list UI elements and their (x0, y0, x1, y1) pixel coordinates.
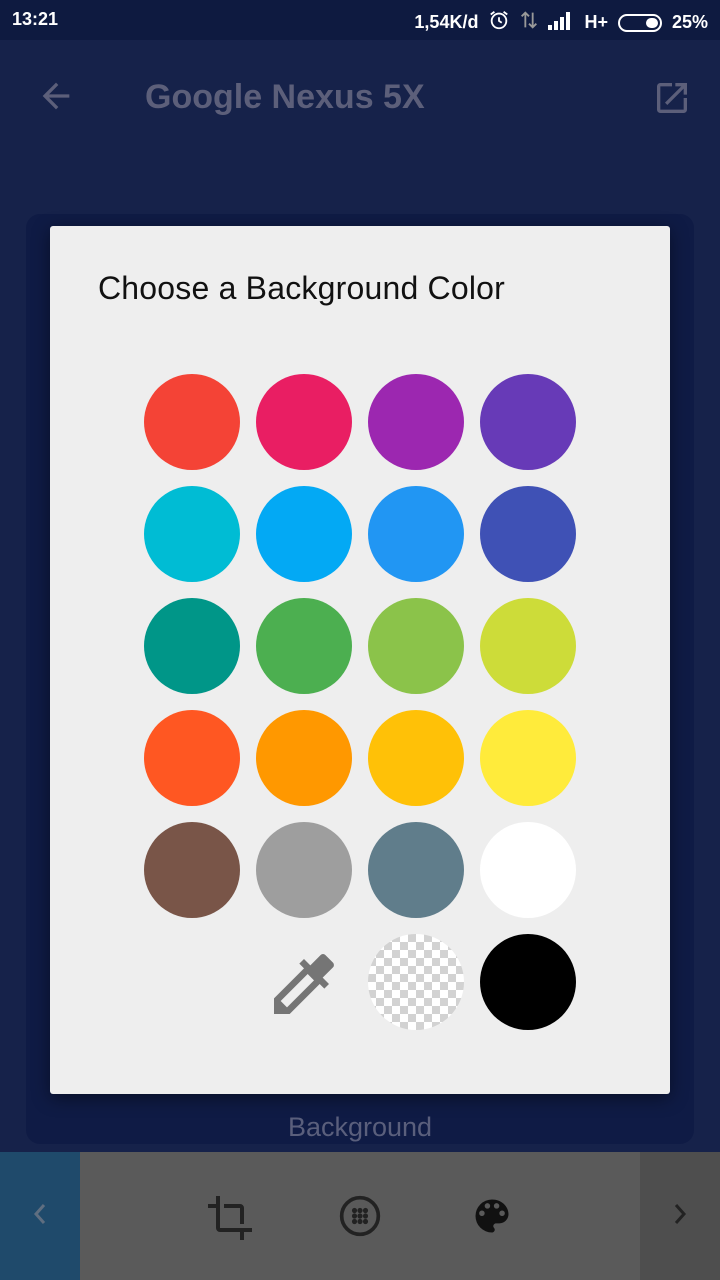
battery-level: 25% (671, 12, 708, 32)
color-swatch[interactable] (368, 598, 464, 694)
signal-icon (548, 10, 574, 35)
eyedropper-icon[interactable] (264, 944, 344, 1024)
crop-icon[interactable] (206, 1194, 252, 1240)
background-label: Background (287, 1112, 433, 1142)
color-swatch[interactable] (368, 822, 464, 918)
bottom-toolbar (0, 1152, 720, 1280)
chevron-right-icon (668, 1199, 692, 1234)
battery-icon (617, 13, 662, 32)
color-swatch[interactable] (368, 710, 464, 806)
grid-icon[interactable] (338, 1194, 382, 1238)
color-swatch[interactable] (480, 374, 576, 470)
color-swatch[interactable] (480, 822, 576, 918)
alarm-icon (488, 9, 510, 36)
color-swatch[interactable] (368, 374, 464, 470)
palette-icon[interactable] (470, 1194, 514, 1238)
transparent-swatch[interactable] (368, 934, 464, 1030)
color-swatch[interactable] (256, 822, 352, 918)
next-button[interactable] (640, 1152, 720, 1280)
color-swatch[interactable] (480, 598, 576, 694)
color-swatch[interactable] (480, 486, 576, 582)
color-swatch[interactable] (480, 710, 576, 806)
color-picker-dialog: Choose a Background Color (50, 226, 670, 1094)
page-title: Google Nexus 5X (145, 78, 425, 116)
status-bar: 13:21 1,54K/d H+ 25% (0, 0, 720, 40)
net-speed: 1,54K/d (414, 12, 479, 32)
color-swatch[interactable] (144, 710, 240, 806)
open-external-icon[interactable] (652, 78, 692, 118)
status-time: 13:21 (12, 9, 59, 29)
color-swatch[interactable] (256, 486, 352, 582)
color-swatch[interactable] (368, 486, 464, 582)
chevron-left-icon (28, 1199, 52, 1234)
color-swatch[interactable] (144, 374, 240, 470)
data-transfer-icon (520, 9, 538, 36)
status-right: 1,54K/d H+ 25% (414, 9, 708, 36)
color-swatch[interactable] (144, 822, 240, 918)
app-bar: Google Nexus 5X (0, 40, 720, 156)
network-type: H+ (584, 12, 608, 32)
color-swatch[interactable] (256, 710, 352, 806)
previous-button[interactable] (0, 1152, 80, 1280)
color-swatch[interactable] (256, 374, 352, 470)
color-swatch[interactable] (144, 598, 240, 694)
color-swatch[interactable] (144, 486, 240, 582)
arrow-back-icon[interactable] (36, 76, 76, 116)
color-swatch[interactable] (256, 598, 352, 694)
color-swatch-black[interactable] (480, 934, 576, 1030)
dialog-title: Choose a Background Color (98, 270, 506, 306)
